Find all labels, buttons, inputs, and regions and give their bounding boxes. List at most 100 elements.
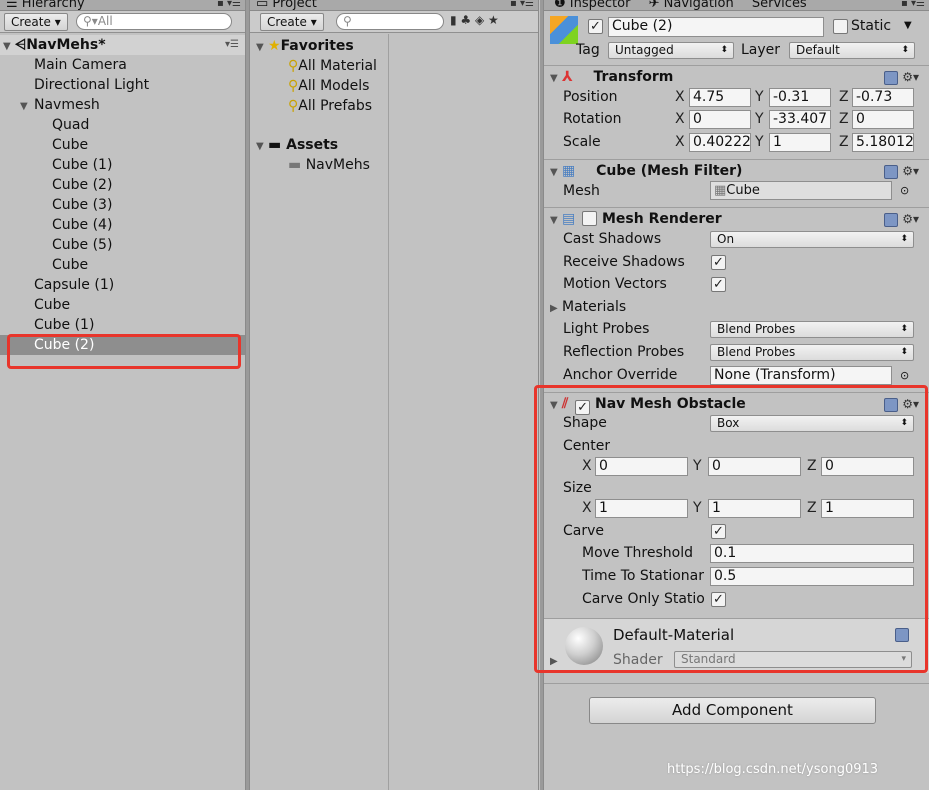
transform-scale-x-field[interactable]: 0.40222: [689, 133, 751, 152]
mesh-renderer-header[interactable]: ▼ ▤ Mesh Renderer ⚙▾: [544, 207, 929, 229]
hierarchy-item[interactable]: Quad: [0, 115, 245, 135]
foldout-icon[interactable]: ▼: [550, 395, 562, 417]
project-search-input[interactable]: ⚲: [336, 13, 444, 30]
transform-header[interactable]: ▼ ⅄ Transform ⚙▾: [544, 65, 929, 87]
expand-icon[interactable]: ▼: [3, 37, 15, 57]
lock-menu-icon[interactable]: ▪ ▾☰: [901, 0, 925, 9]
center-x-field[interactable]: 0: [595, 457, 688, 476]
expand-icon[interactable]: ▼: [256, 38, 268, 58]
hierarchy-item[interactable]: Directional Light: [0, 75, 245, 95]
hierarchy-item[interactable]: Cube (1): [0, 155, 245, 175]
favorite-item[interactable]: ⚲All Material: [288, 56, 538, 76]
hierarchy-item[interactable]: Cube (5): [0, 235, 245, 255]
transform-position-x-field[interactable]: 4.75: [689, 88, 751, 107]
help-icon[interactable]: [884, 70, 899, 85]
size-label: Size: [563, 480, 592, 496]
scene-row[interactable]: ▼ ⩤NavMehs* ▾☰: [0, 35, 245, 55]
transform-rotation-y-field[interactable]: -33.407: [769, 110, 831, 129]
help-icon[interactable]: [895, 627, 909, 643]
nav-mesh-obstacle-header[interactable]: ▼ ⫽ ✓ Nav Mesh Obstacle ⚙▾: [544, 392, 929, 417]
mesh-field[interactable]: ▦Cube: [710, 181, 892, 200]
transform-scale-y-field[interactable]: 1: [769, 133, 831, 152]
component-menu-icons[interactable]: ⚙▾: [884, 66, 919, 88]
shape-dropdown[interactable]: Box ⬍: [710, 415, 914, 432]
object-name-field[interactable]: Cube (2): [608, 17, 824, 37]
hierarchy-item[interactable]: Cube: [0, 255, 245, 275]
lock-menu-icon[interactable]: ▪ ▾☰: [510, 0, 534, 9]
hierarchy-create-button[interactable]: Create ▾: [4, 13, 68, 31]
help-icon[interactable]: [884, 164, 899, 179]
size-x-field[interactable]: 1: [595, 499, 688, 518]
transform-scale-z-field[interactable]: 5.18012: [852, 133, 914, 152]
move-threshold-field[interactable]: 0.1: [710, 544, 914, 563]
hierarchy-item[interactable]: Capsule (1): [0, 275, 245, 295]
object-picker-icon[interactable]: ⊙: [900, 366, 909, 386]
foldout-icon[interactable]: ▶: [550, 652, 558, 672]
carve-checkbox[interactable]: ✓: [711, 524, 726, 539]
favorites-header[interactable]: ▼ ★Favorites: [256, 36, 538, 56]
transform-rotation-z-field[interactable]: 0: [852, 110, 914, 129]
motion-vectors-checkbox[interactable]: ✓: [711, 277, 726, 292]
object-picker-icon[interactable]: ⊙: [900, 181, 909, 201]
hierarchy-tab[interactable]: ☰ Hierarchy ▪ ▾☰: [0, 0, 245, 11]
project-create-button[interactable]: Create ▾: [260, 13, 324, 31]
component-menu-icons[interactable]: ⚙▾: [884, 393, 919, 415]
size-y-field[interactable]: 1: [708, 499, 801, 518]
materials-foldout[interactable]: ▶ Materials: [550, 297, 626, 319]
transform-position-y-field[interactable]: -0.31: [769, 88, 831, 107]
asset-folder[interactable]: ▬ NavMehs: [288, 155, 538, 175]
hierarchy-item[interactable]: ▼ Navmesh: [0, 95, 245, 115]
help-icon[interactable]: [884, 212, 899, 227]
component-menu-icons[interactable]: ⚙▾: [884, 160, 919, 182]
add-component-button[interactable]: Add Component: [589, 697, 876, 724]
reflection-probes-dropdown[interactable]: Blend Probes ⬍: [710, 344, 914, 361]
lock-menu-icon[interactable]: ▪ ▾☰: [217, 0, 241, 9]
favorite-item[interactable]: ⚲All Models: [288, 76, 538, 96]
foldout-icon[interactable]: ▼: [550, 162, 562, 184]
hierarchy-item[interactable]: Cube (4): [0, 215, 245, 235]
transform-position-z-field[interactable]: -0.73: [852, 88, 914, 107]
project-tab[interactable]: ▭ Project ▪ ▾☰: [250, 0, 538, 11]
center-z-field[interactable]: 0: [821, 457, 914, 476]
light-probes-dropdown[interactable]: Blend Probes ⬍: [710, 321, 914, 338]
tab-navigation[interactable]: ✈ Navigation: [649, 0, 734, 10]
hierarchy-item[interactable]: Main Camera: [0, 55, 245, 75]
foldout-icon[interactable]: ▼: [550, 210, 562, 232]
time-to-stationary-field[interactable]: 0.5: [710, 567, 914, 586]
foldout-icon[interactable]: ▼: [550, 68, 562, 90]
hierarchy-item[interactable]: Cube (2): [0, 335, 245, 355]
foldout-icon[interactable]: ▶: [550, 299, 562, 319]
layer-dropdown[interactable]: Default ⬍: [789, 42, 915, 59]
expand-icon[interactable]: ▼: [20, 97, 34, 117]
assets-header[interactable]: ▼ ▬ Assets: [256, 135, 538, 155]
tab-inspector[interactable]: ❶ Inspector: [554, 0, 630, 10]
favorite-item[interactable]: ⚲All Prefabs: [288, 96, 538, 116]
static-checkbox[interactable]: [833, 19, 848, 34]
receive-shadows-checkbox[interactable]: ✓: [711, 255, 726, 270]
anchor-override-field[interactable]: None (Transform): [710, 366, 892, 385]
mesh-filter-header[interactable]: ▼ ▦ Cube (Mesh Filter) ⚙▾: [544, 159, 929, 181]
scene-menu-icon[interactable]: ▾☰: [225, 35, 239, 55]
tab-services[interactable]: Services: [752, 0, 807, 10]
hierarchy-item[interactable]: Cube (1): [0, 315, 245, 335]
static-dropdown-icon[interactable]: ▼: [904, 16, 912, 36]
help-icon[interactable]: [884, 397, 899, 412]
static-label: Static: [851, 18, 892, 34]
mesh-renderer-enabled-checkbox[interactable]: [582, 211, 598, 226]
active-checkbox[interactable]: ✓: [588, 19, 603, 34]
tag-dropdown[interactable]: Untagged ⬍: [608, 42, 734, 59]
cast-shadows-dropdown[interactable]: On ⬍: [710, 231, 914, 248]
size-z-field[interactable]: 1: [821, 499, 914, 518]
hierarchy-item[interactable]: Cube: [0, 135, 245, 155]
filter-icons[interactable]: ▮ ♣ ◈ ★: [450, 13, 499, 27]
carve-only-stationary-checkbox[interactable]: ✓: [711, 592, 726, 607]
center-y-field[interactable]: 0: [708, 457, 801, 476]
hierarchy-item[interactable]: Cube (2): [0, 175, 245, 195]
component-menu-icons[interactable]: ⚙▾: [884, 208, 919, 230]
transform-rotation-x-field[interactable]: 0: [689, 110, 751, 129]
hierarchy-search-input[interactable]: ⚲▾All: [76, 13, 232, 30]
expand-icon[interactable]: ▼: [256, 137, 268, 157]
hierarchy-item[interactable]: Cube (3): [0, 195, 245, 215]
hierarchy-item[interactable]: Cube: [0, 295, 245, 315]
shader-dropdown[interactable]: Standard ▾: [674, 651, 912, 668]
